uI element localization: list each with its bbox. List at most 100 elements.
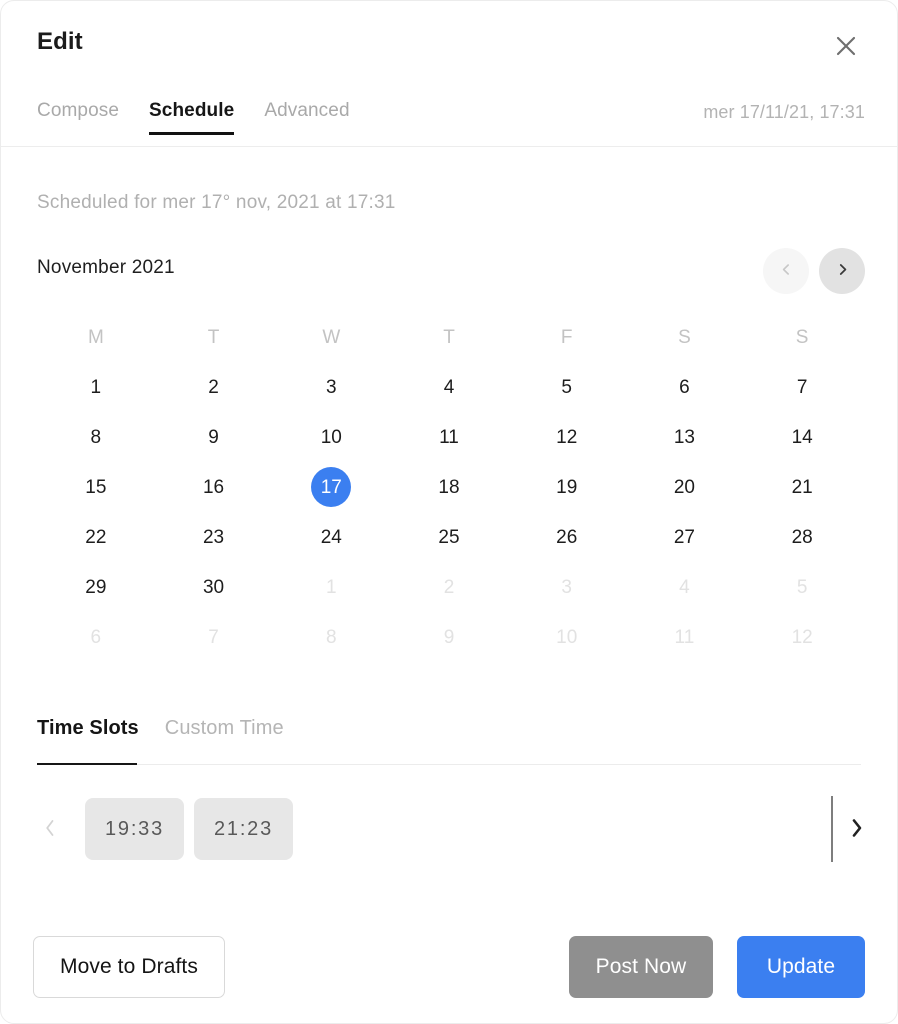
calendar-day[interactable]: 23 bbox=[155, 512, 273, 562]
calendar-day-label: 14 bbox=[791, 426, 813, 448]
calendar-day-label: 28 bbox=[791, 526, 813, 548]
calendar-day[interactable]: 5 bbox=[508, 362, 626, 412]
calendar-day[interactable]: 3 bbox=[508, 562, 626, 612]
tab-custom-time[interactable]: Custom Time bbox=[165, 717, 284, 752]
calendar-day[interactable]: 11 bbox=[626, 612, 744, 662]
calendar-day[interactable]: 12 bbox=[743, 612, 861, 662]
chevron-right-icon bbox=[849, 817, 865, 842]
update-button[interactable]: Update bbox=[737, 936, 865, 998]
tab-time-slots[interactable]: Time Slots bbox=[37, 717, 139, 752]
calendar-day[interactable]: 1 bbox=[272, 562, 390, 612]
calendar-day[interactable]: 28 bbox=[743, 512, 861, 562]
calendar-day[interactable]: 21 bbox=[743, 462, 861, 512]
calendar-day[interactable]: 24 bbox=[272, 512, 390, 562]
calendar-weekday-header: T bbox=[443, 327, 455, 348]
chevron-left-icon bbox=[43, 818, 57, 841]
calendar-day[interactable]: 10 bbox=[508, 612, 626, 662]
calendar-day-label: 11 bbox=[674, 626, 695, 648]
calendar-day-label: 21 bbox=[791, 476, 813, 498]
calendar-day[interactable]: 30 bbox=[155, 562, 273, 612]
calendar-day[interactable]: 19 bbox=[508, 462, 626, 512]
tab-list: Compose Schedule Advanced bbox=[37, 87, 350, 146]
calendar-day-label: 4 bbox=[679, 576, 690, 598]
calendar-day-label: 23 bbox=[202, 526, 225, 548]
calendar-day[interactable]: 18 bbox=[390, 462, 508, 512]
calendar-day-label: 11 bbox=[439, 426, 459, 448]
calendar-day[interactable]: 9 bbox=[390, 612, 508, 662]
time-slot-chip[interactable]: 19:33 bbox=[85, 798, 184, 860]
time-mode-tabbar: Time Slots Custom Time bbox=[37, 717, 861, 765]
calendar-day[interactable]: 7 bbox=[155, 612, 273, 662]
calendar-day[interactable]: 7 bbox=[743, 362, 861, 412]
calendar-day[interactable]: 16 bbox=[155, 462, 273, 512]
calendar-weekday-header: W bbox=[322, 327, 341, 348]
move-to-drafts-button[interactable]: Move to Drafts bbox=[33, 936, 225, 998]
calendar-day-label: 26 bbox=[556, 526, 578, 548]
calendar-day[interactable]: 11 bbox=[390, 412, 508, 462]
calendar-day[interactable]: 15 bbox=[37, 462, 155, 512]
calendar-day-label: 5 bbox=[561, 376, 572, 398]
time-slot-chip[interactable]: 21:23 bbox=[194, 798, 293, 860]
calendar-day[interactable]: 13 bbox=[626, 412, 744, 462]
calendar-header: November 2021 bbox=[1, 248, 897, 300]
calendar-day-label: 7 bbox=[796, 376, 808, 398]
calendar-day[interactable]: 3 bbox=[272, 362, 390, 412]
calendar-day[interactable]: 4 bbox=[390, 362, 508, 412]
calendar-day-selected[interactable]: 17 bbox=[272, 462, 390, 512]
calendar-day[interactable]: 10 bbox=[272, 412, 390, 462]
dialog-titlebar: Edit bbox=[1, 1, 897, 87]
calendar-day[interactable]: 25 bbox=[390, 512, 508, 562]
calendar-day-label: 17 bbox=[311, 467, 352, 507]
close-button[interactable] bbox=[825, 25, 867, 67]
calendar-day-label: 6 bbox=[90, 626, 102, 648]
calendar-day[interactable]: 20 bbox=[626, 462, 744, 512]
time-mode-active-indicator bbox=[37, 763, 137, 765]
tab-compose[interactable]: Compose bbox=[37, 87, 119, 122]
calendar-weekday-header: T bbox=[207, 327, 220, 348]
post-now-button[interactable]: Post Now bbox=[569, 936, 713, 998]
calendar-day[interactable]: 22 bbox=[37, 512, 155, 562]
time-slot-divider bbox=[831, 796, 833, 862]
calendar-day-label: 1 bbox=[90, 376, 102, 398]
calendar-day-label: 8 bbox=[90, 426, 102, 448]
time-slots-next-button[interactable] bbox=[842, 812, 872, 846]
calendar-weekday-header: S bbox=[795, 327, 809, 348]
calendar-day[interactable]: 29 bbox=[37, 562, 155, 612]
calendar-day-label: 2 bbox=[208, 376, 219, 398]
calendar-day-label: 1 bbox=[325, 576, 337, 598]
calendar-day-label: 12 bbox=[556, 426, 578, 448]
edit-schedule-dialog: Edit Compose Schedule Advanced mer 17/11… bbox=[0, 0, 898, 1024]
calendar-day-label: 29 bbox=[85, 576, 107, 598]
scheduled-for-text: Scheduled for mer 17° nov, 2021 at 17:31 bbox=[37, 192, 396, 213]
calendar-day[interactable]: 8 bbox=[272, 612, 390, 662]
calendar-next-month-button[interactable] bbox=[819, 248, 865, 294]
calendar-day[interactable]: 26 bbox=[508, 512, 626, 562]
calendar-day-label: 30 bbox=[202, 576, 225, 598]
calendar-day[interactable]: 5 bbox=[743, 562, 861, 612]
calendar-day[interactable]: 4 bbox=[626, 562, 744, 612]
calendar-day[interactable]: 6 bbox=[37, 612, 155, 662]
calendar-day[interactable]: 27 bbox=[626, 512, 744, 562]
calendar-day[interactable]: 2 bbox=[155, 362, 273, 412]
calendar-day[interactable]: 14 bbox=[743, 412, 861, 462]
calendar-prev-month-button[interactable] bbox=[763, 248, 809, 294]
tab-schedule[interactable]: Schedule bbox=[149, 87, 235, 135]
calendar-day-label: 10 bbox=[320, 426, 342, 448]
calendar-day[interactable]: 8 bbox=[37, 412, 155, 462]
calendar-day[interactable]: 9 bbox=[155, 412, 273, 462]
footer-primary-actions: Post Now Update bbox=[569, 936, 865, 998]
time-slot-row: 19:33 21:23 bbox=[1, 789, 897, 869]
tab-advanced[interactable]: Advanced bbox=[264, 87, 349, 122]
calendar-day[interactable]: 2 bbox=[390, 562, 508, 612]
time-mode-tab-list: Time Slots Custom Time bbox=[37, 717, 861, 752]
time-mode-divider bbox=[37, 764, 861, 765]
time-slots-prev-button[interactable] bbox=[37, 814, 63, 844]
calendar-day-label: 5 bbox=[796, 576, 808, 598]
calendar-month-label: November 2021 bbox=[37, 257, 175, 278]
calendar-day[interactable]: 12 bbox=[508, 412, 626, 462]
calendar-day[interactable]: 6 bbox=[626, 362, 744, 412]
calendar-weekday-header: F bbox=[560, 327, 573, 348]
calendar-day-label: 9 bbox=[443, 626, 455, 648]
calendar-nav bbox=[763, 248, 865, 294]
calendar-day[interactable]: 1 bbox=[37, 362, 155, 412]
